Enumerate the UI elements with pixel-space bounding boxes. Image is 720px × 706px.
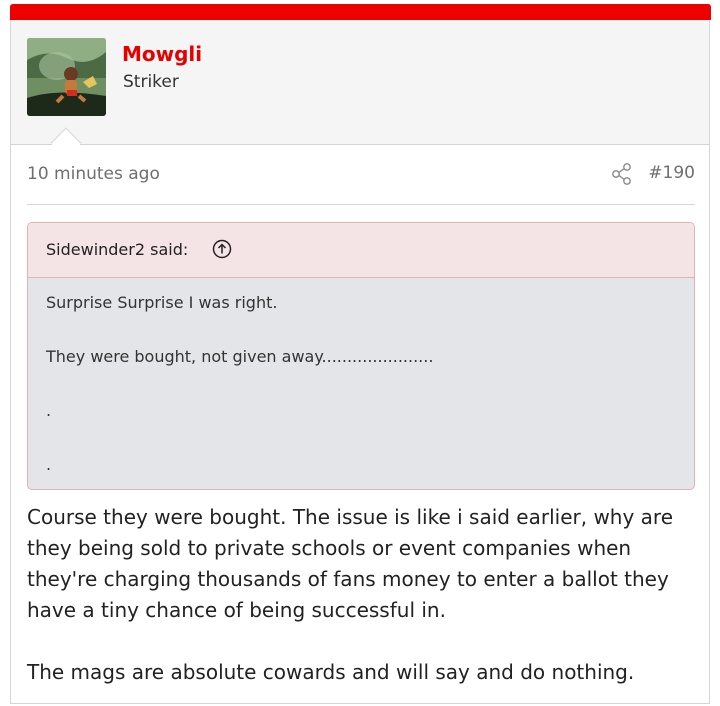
post-timestamp[interactable]: 10 minutes ago	[27, 164, 160, 184]
quote-line: .	[46, 455, 52, 474]
quote-line: They were bought, not given away........…	[46, 347, 434, 366]
message-paragraph: Course they were bought. The issue is li…	[27, 505, 674, 622]
user-title: Striker	[123, 72, 179, 92]
quote-line: Surprise Surprise I was right.	[46, 293, 278, 312]
user-block: Mowgli Striker	[11, 20, 709, 159]
quote-block: Sidewinder2 said: Surprise Surprise I wa…	[27, 222, 695, 490]
avatar[interactable]	[27, 38, 106, 116]
quote-author: Sidewinder2 said:	[46, 240, 189, 259]
user-block-pointer	[50, 127, 82, 159]
message-paragraph: The mags are absolute cowards and will s…	[27, 660, 635, 684]
divider	[27, 204, 695, 205]
username[interactable]: Mowgli	[122, 42, 202, 66]
quote-header: Sidewinder2 said:	[28, 223, 694, 278]
post-meta: 10 minutes ago #190	[27, 162, 695, 192]
post-number[interactable]: #190	[648, 163, 695, 183]
arrow-up-circle-icon[interactable]	[212, 239, 232, 263]
quote-line: .	[46, 401, 52, 420]
share-icon[interactable]	[611, 162, 633, 190]
post-top-bar	[10, 4, 711, 20]
post-message: Course they were bought. The issue is li…	[27, 502, 703, 688]
post-container: Mowgli Striker 10 minutes ago #190 Sidew…	[10, 4, 711, 704]
quote-body: Surprise Surprise I was right. They were…	[28, 278, 694, 489]
